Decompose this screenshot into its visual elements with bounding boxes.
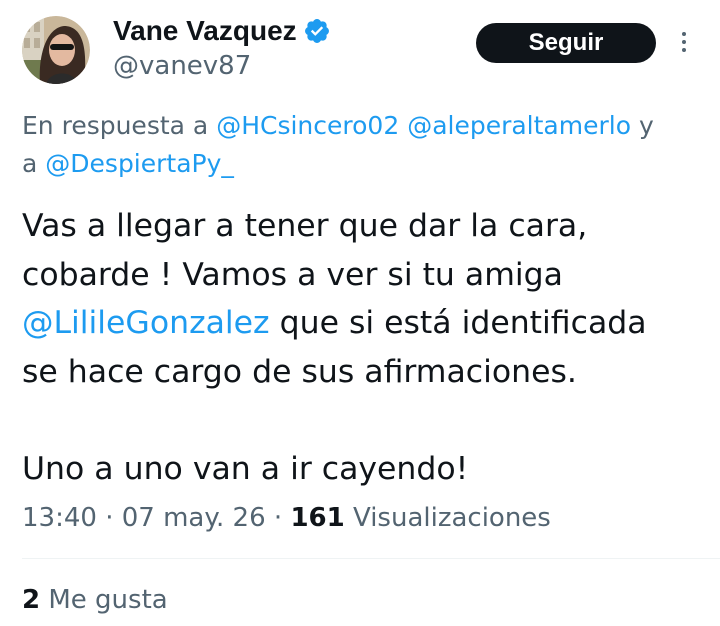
meta-separator: ·	[265, 503, 291, 533]
tweet-mention-lililegonzalez[interactable]: @LilileGonzalez	[22, 305, 270, 341]
reply-line2-prefix: a	[22, 149, 38, 178]
tweet-paragraph-gap	[22, 396, 712, 445]
tweet-line: Uno a uno van a ir cayendo!	[22, 450, 469, 487]
likes-label: Me gusta	[40, 585, 168, 615]
tweet-line: cobarde ! Vamos a ver si tu amiga	[22, 256, 563, 293]
follow-button[interactable]: Seguir	[476, 23, 656, 63]
author-handle[interactable]: @vanev87	[113, 50, 251, 82]
author-display-name[interactable]: Vane Vazquez	[113, 14, 297, 48]
tweet-line: @LilileGonzalez que si está identificada	[22, 299, 712, 348]
profile-photo-icon	[22, 16, 90, 84]
meta-separator: ·	[96, 503, 122, 533]
avatar[interactable]	[22, 16, 90, 84]
tweet-time[interactable]: 13:40	[22, 503, 97, 533]
tweet-meta: 13:40 · 07 may. 26 · 161 Visualizaciones	[22, 500, 551, 536]
likes-stat[interactable]: 2 Me gusta	[22, 582, 168, 618]
verified-badge-icon[interactable]	[303, 17, 331, 45]
reply-prefix: En respuesta a	[22, 111, 209, 140]
views-label: Visualizaciones	[344, 503, 551, 533]
more-vertical-icon[interactable]	[678, 30, 690, 56]
reply-mention-aleperaltamerlo[interactable]: @aleperaltamerlo	[407, 111, 631, 140]
tweet-line: se hace cargo de sus afirmaciones.	[22, 353, 577, 390]
reply-context-line-1: En respuesta a @HCsincero02 @aleperaltam…	[22, 107, 720, 145]
reply-connector: y	[638, 111, 654, 140]
likes-count: 2	[22, 585, 41, 615]
reply-context-line-2: a @DespiertaPy_	[22, 145, 720, 183]
author-name-row: Vane Vazquez	[113, 14, 331, 48]
tweet-line-rest: que si está identificada	[269, 305, 647, 341]
tweet-text: Vas a llegar a tener que dar la cara, co…	[22, 202, 712, 493]
views-count: 161	[290, 503, 345, 533]
tweet-date[interactable]: 07 may. 26	[122, 503, 266, 533]
divider	[22, 558, 720, 559]
reply-context: En respuesta a @HCsincero02 @aleperaltam…	[22, 107, 720, 183]
reply-mention-hcsincero02[interactable]: @HCsincero02	[216, 111, 399, 140]
reply-mention-despiertapy[interactable]: @DespiertaPy_	[45, 149, 234, 178]
tweet-line: Vas a llegar a tener que dar la cara,	[22, 208, 588, 244]
